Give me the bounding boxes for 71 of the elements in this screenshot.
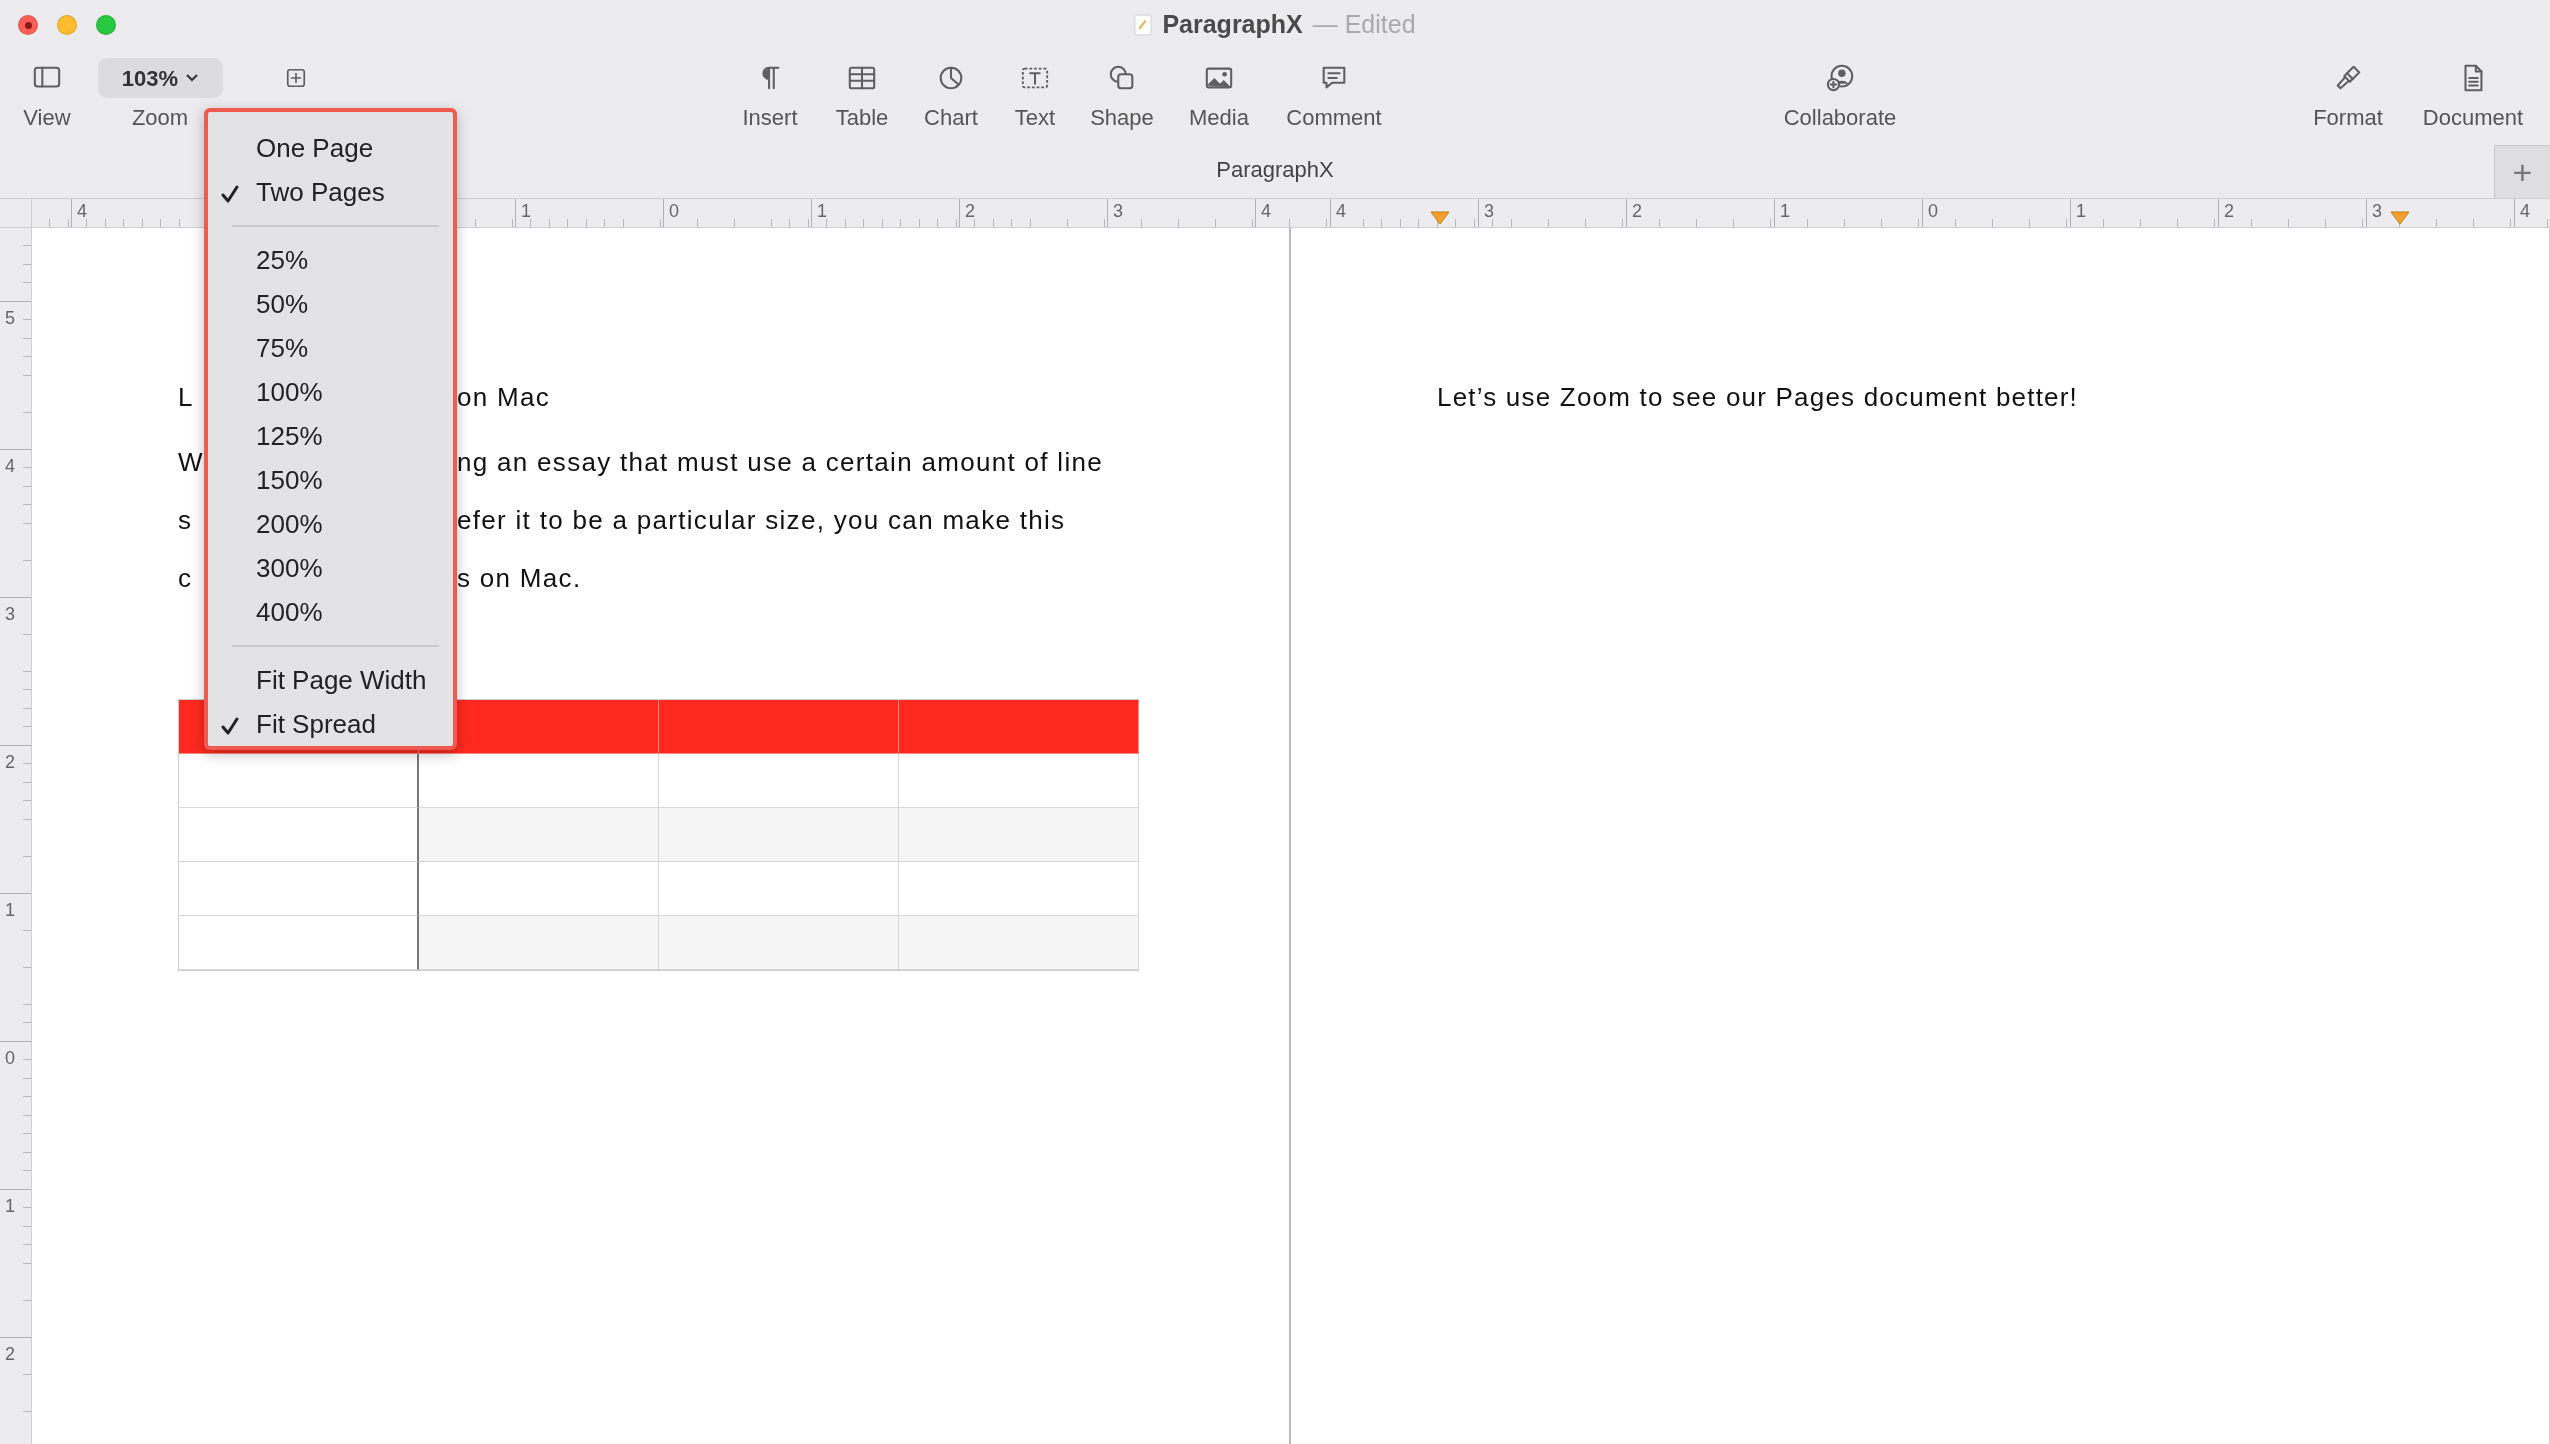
ruler-number: 3	[1484, 202, 1494, 220]
ruler-number: 2	[5, 1345, 15, 1363]
menu-item[interactable]: 125%	[208, 414, 453, 458]
toolbar-label[interactable]: Chart	[924, 103, 978, 133]
zoom-dropdown[interactable]: 103%	[97, 58, 223, 98]
ruler-number: 2	[965, 202, 975, 220]
menu-item[interactable]: 400%	[208, 590, 453, 634]
ruler-number: 2	[1632, 202, 1642, 220]
ruler-number: 2	[5, 753, 15, 771]
paragraph-text: s on Mac.	[457, 561, 582, 595]
menu-item[interactable]: 300%	[208, 546, 453, 590]
toolbar-label[interactable]: Insert	[742, 103, 798, 133]
ruler-number: 1	[5, 901, 15, 919]
toolbar-label[interactable]: Format	[2313, 103, 2383, 133]
toolbar-label[interactable]: Comment	[1286, 103, 1382, 133]
add-page-icon[interactable]	[284, 66, 308, 90]
document-tab[interactable]: ParagraphX	[1216, 156, 1334, 182]
close-button[interactable]	[18, 15, 38, 35]
paragraph-text: ng an essay that must use a certain amount of line	[457, 445, 1103, 479]
edited-status: — Edited	[1312, 9, 1416, 41]
menu-item[interactable]: Fit Page Width	[208, 658, 453, 702]
menu-item[interactable]: One Page	[208, 126, 453, 170]
tab-marker-icon[interactable]	[1430, 211, 1450, 225]
paragraph-text: s	[178, 504, 191, 535]
checkmark-icon	[220, 715, 240, 736]
ruler-number: 1	[2076, 202, 2086, 220]
ruler-number: 1	[5, 1197, 15, 1215]
menu-item[interactable]: 200%	[208, 502, 453, 546]
checkmark-icon	[220, 183, 240, 204]
ruler-number: 2	[2224, 202, 2234, 220]
toolbar-label[interactable]: Zoom	[131, 103, 189, 133]
menu-item[interactable]: 100%	[208, 370, 453, 414]
menu-item[interactable]: Fit Spread	[208, 702, 453, 746]
ruler-number: 3	[1113, 202, 1123, 220]
toolbar-label[interactable]: View	[23, 103, 71, 133]
ruler-number: 1	[1780, 202, 1790, 220]
ruler-number: 0	[1928, 202, 1938, 220]
menu-item[interactable]: Two Pages	[208, 170, 453, 214]
heading-text: on Mac	[457, 380, 551, 414]
paragraph-text: efer it to be a particular size, you can make this	[457, 503, 1066, 537]
menu-item[interactable]: 75%	[208, 326, 453, 370]
ruler-number: 5	[5, 309, 15, 327]
ruler-number: 4	[5, 457, 15, 475]
toolbar-label[interactable]: Table	[835, 103, 889, 133]
toolbar-label[interactable]: Document	[2422, 103, 2524, 133]
heading-text: L	[178, 381, 193, 412]
ruler-number: 4	[1336, 202, 1346, 220]
toolbar-label[interactable]: Media	[1189, 103, 1249, 133]
window-title: ParagraphX	[1162, 9, 1303, 41]
ruler-number: 4	[2520, 202, 2530, 220]
ruler-number: 4	[1261, 202, 1271, 220]
document-icon	[1134, 14, 1153, 36]
toolbar-label[interactable]: Shape	[1090, 103, 1154, 133]
ruler-number: 3	[2372, 202, 2382, 220]
ruler-number: 4	[77, 202, 87, 220]
ruler-number: 1	[521, 202, 531, 220]
ruler-number: 0	[669, 202, 679, 220]
collaborate-icon[interactable]	[1825, 63, 1855, 93]
toolbar-label[interactable]: Text	[1014, 103, 1056, 133]
ruler-number: 3	[5, 605, 15, 623]
menu-item[interactable]: 50%	[208, 282, 453, 326]
tab-marker-icon[interactable]	[2390, 211, 2410, 225]
menu-item[interactable]: 25%	[208, 238, 453, 282]
chevron-down-icon	[186, 74, 199, 82]
ruler-number: 0	[5, 1049, 15, 1067]
menu-item[interactable]: 150%	[208, 458, 453, 502]
paragraph-text: W	[178, 446, 203, 477]
paragraph-text: Let’s use Zoom to see our Pages document better!	[1437, 381, 2079, 414]
ruler-number: 1	[817, 202, 827, 220]
toolbar-label[interactable]: Collaborate	[1783, 103, 1897, 133]
paragraph-text: c	[178, 562, 191, 593]
